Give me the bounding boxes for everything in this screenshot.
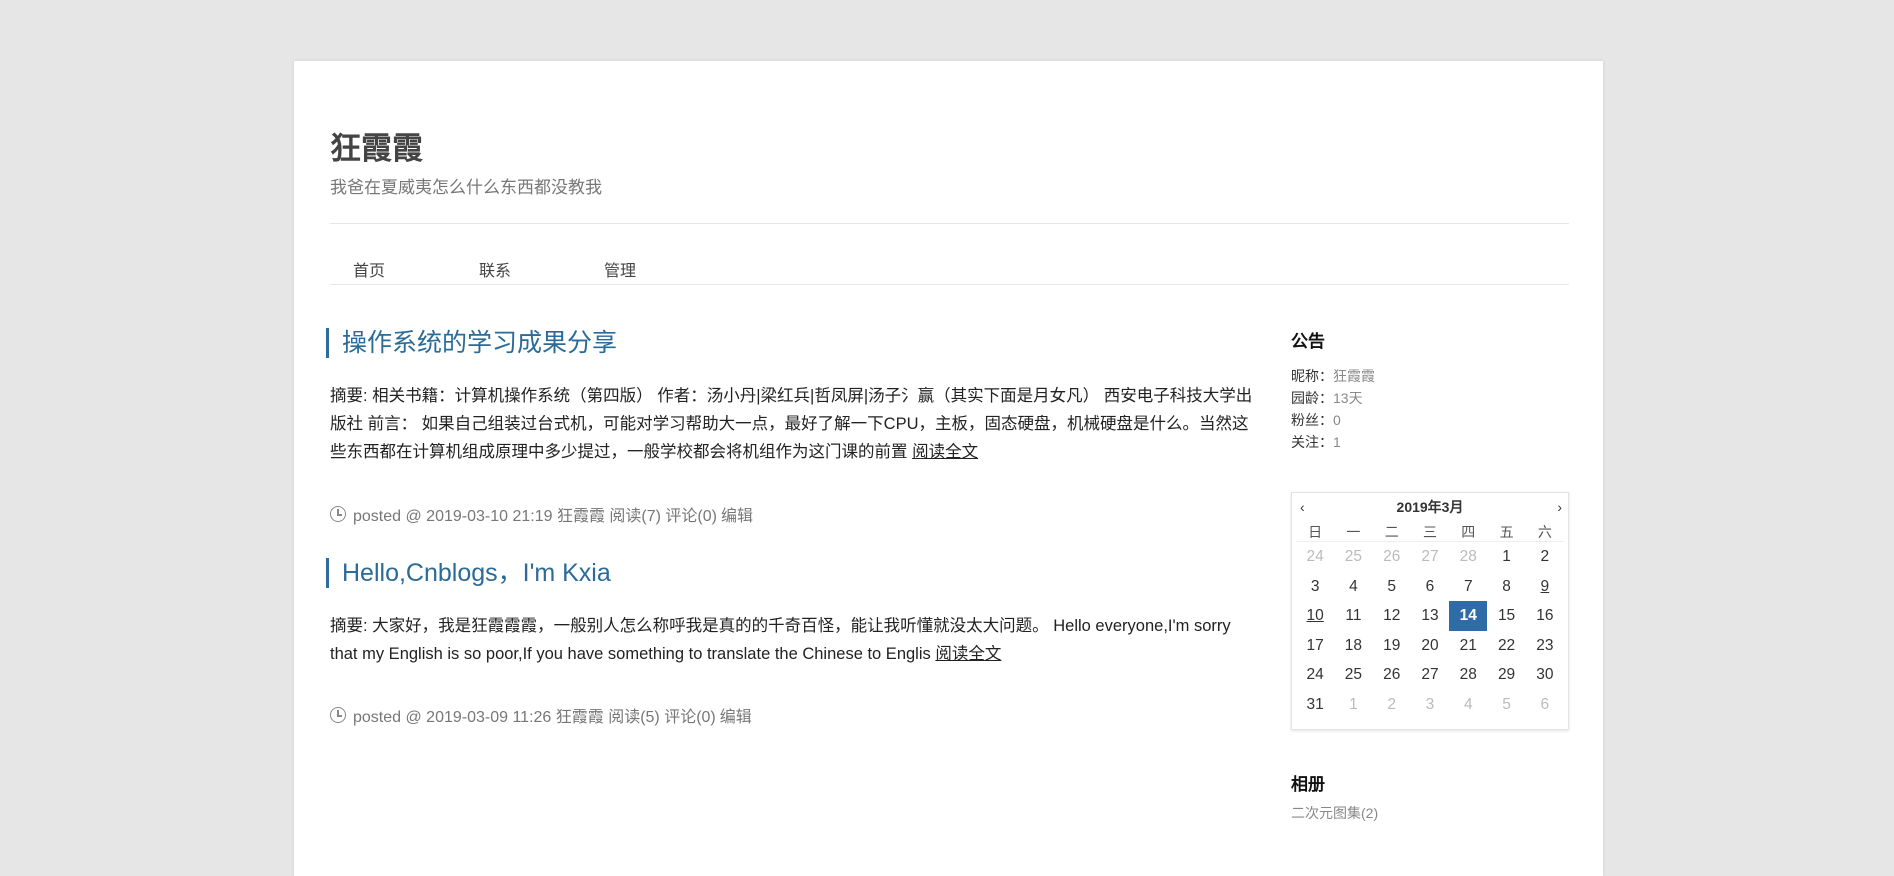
calendar-day: 2 [1540, 548, 1550, 565]
calendar-day: 11 [1345, 607, 1362, 624]
post-meta: posted @ 2019-03-10 21:19 狂霞霞 阅读(7) 评论(0… [330, 503, 753, 525]
calendar-day: 27 [1421, 666, 1439, 683]
post-summary: 摘要: 相关书籍：计算机操作系统（第四版） 作者：汤小丹|梁红兵|哲凤屏|汤子氵… [330, 382, 1255, 466]
calendar-day: 27 [1421, 548, 1439, 565]
calendar-day: 1 [1349, 695, 1358, 713]
main-nav: 首页 联系 管理 [330, 239, 636, 299]
profile-label: 粉丝： [1291, 412, 1333, 428]
blog-subtitle: 我爸在夏威夷怎么什么东西都没教我 [330, 178, 602, 197]
calendar-day: 25 [1344, 548, 1363, 565]
calendar-day: 6 [1425, 577, 1435, 595]
calendar-day: 30 [1536, 666, 1554, 683]
calendar-day-today: 14 [1449, 601, 1488, 631]
next-month-icon[interactable]: › [1557, 493, 1562, 521]
album-heading: 相册 [1291, 775, 1325, 794]
calendar-day: 21 [1459, 636, 1477, 654]
calendar-month: 2019年3月 [1396, 499, 1464, 515]
calendar-day: 29 [1497, 666, 1516, 683]
weekday-label: 二 [1372, 523, 1411, 542]
calendar-day: 13 [1421, 607, 1439, 624]
post-title[interactable]: Hello,Cnblogs，I'm Kxia [326, 558, 1242, 588]
nav-admin[interactable]: 管理 [604, 257, 636, 281]
prev-month-icon[interactable]: ‹ [1300, 493, 1305, 521]
age-link[interactable]: 13天 [1333, 390, 1363, 406]
nav-divider [330, 284, 1569, 285]
read-more-link[interactable]: 阅读全文 [912, 443, 978, 461]
edit-link[interactable]: 编辑 [720, 703, 752, 727]
calendar-day: 6 [1540, 695, 1550, 713]
post-title[interactable]: 操作系统的学习成果分享 [326, 328, 1242, 358]
calendar-day[interactable]: 9 [1526, 572, 1564, 602]
header-divider [330, 223, 1569, 224]
clock-icon [330, 506, 346, 522]
calendar-day: 1 [1502, 548, 1511, 565]
calendar-header: ‹ 2019年3月 › [1292, 493, 1568, 523]
weekday-label: 五 [1487, 523, 1526, 542]
calendar-day: 3 [1310, 577, 1320, 595]
page-container: 狂霞霞 我爸在夏威夷怎么什么东西都没教我 首页 联系 管理 操作系统的学习成果分… [294, 61, 1603, 876]
post-summary: 摘要: 大家好，我是狂霞霞霞，一般别人怎么称呼我是真的的千奇百怪，能让我听懂就没… [330, 612, 1255, 668]
calendar-day: 24 [1306, 666, 1324, 683]
profile-followers: 粉丝：0 [1291, 409, 1375, 431]
calendar-day: 31 [1306, 695, 1324, 713]
calendar-day: 22 [1497, 636, 1516, 654]
calendar-grid: 日一二三四五六 24 25 26 27 28 1 2 3 4 5 6 7 8 9 10 11 12 13 14 15 16… [1296, 523, 1564, 719]
calendar-day: 24 [1306, 548, 1324, 565]
calendar-day: 8 [1502, 577, 1511, 595]
edit-link[interactable]: 编辑 [721, 502, 753, 526]
nickname-link[interactable]: 狂霞霞 [1333, 368, 1375, 384]
profile-following: 关注：1 [1291, 431, 1375, 453]
calendar-day: 18 [1344, 636, 1363, 654]
album-link[interactable]: 二次元图集(2) [1291, 803, 1378, 823]
weekday-label: 三 [1410, 523, 1450, 542]
calendar-day: 7 [1463, 577, 1473, 595]
calendar-day: 17 [1306, 636, 1324, 654]
calendar-day: 16 [1536, 607, 1554, 624]
profile-nickname: 昵称：狂霞霞 [1291, 365, 1375, 387]
clock-icon [330, 707, 346, 723]
calendar-day: 12 [1383, 607, 1401, 624]
post-summary-text: 摘要: 大家好，我是狂霞霞霞，一般别人怎么称呼我是真的的千奇百怪，能让我听懂就没… [330, 617, 1231, 663]
post-meta: posted @ 2019-03-09 11:26 狂霞霞 阅读(5) 评论(0… [330, 704, 752, 726]
calendar-day: 26 [1383, 548, 1401, 565]
calendar-day: 19 [1383, 636, 1401, 654]
post-meta-text: posted @ 2019-03-09 11:26 狂霞霞 阅读(5) 评论(0… [353, 709, 716, 726]
read-more-link[interactable]: 阅读全文 [935, 645, 1001, 663]
calendar-day: 28 [1459, 548, 1477, 565]
calendar-day: 3 [1425, 695, 1435, 713]
profile-info: 昵称：狂霞霞 园龄：13天 粉丝：0 关注：1 [1291, 365, 1375, 453]
followers-link[interactable]: 0 [1333, 412, 1341, 428]
calendar-day: 5 [1502, 695, 1511, 713]
post-meta-text: posted @ 2019-03-10 21:19 狂霞霞 阅读(7) 评论(0… [353, 508, 717, 525]
calendar-day: 5 [1387, 577, 1397, 595]
calendar-day: 20 [1421, 636, 1439, 654]
weekday-label: 日 [1296, 523, 1335, 542]
nav-home[interactable]: 首页 [353, 257, 385, 281]
following-link[interactable]: 1 [1333, 434, 1341, 450]
post-summary-text: 摘要: 相关书籍：计算机操作系统（第四版） 作者：汤小丹|梁红兵|哲凤屏|汤子氵… [330, 387, 1253, 461]
calendar-day: 25 [1344, 666, 1363, 683]
calendar-day: 15 [1497, 607, 1516, 624]
calendar-day: 23 [1536, 636, 1554, 654]
nav-contact[interactable]: 联系 [479, 257, 511, 281]
profile-age: 园龄：13天 [1291, 387, 1375, 409]
blog-title[interactable]: 狂霞霞 [330, 123, 423, 168]
calendar-day: 4 [1349, 577, 1358, 595]
weekday-label: 六 [1525, 523, 1564, 542]
weekday-label: 四 [1449, 523, 1488, 542]
calendar-day[interactable]: 10 [1296, 601, 1334, 631]
profile-label: 园龄： [1291, 390, 1333, 406]
calendar-day: 28 [1459, 666, 1477, 683]
calendar: ‹ 2019年3月 › 日一二三四五六 24 25 26 27 28 1 2 3 4 5 6 7 8 9 10… [1291, 492, 1569, 730]
weekday-label: 一 [1334, 523, 1373, 542]
notice-heading: 公告 [1291, 332, 1325, 351]
profile-label: 关注： [1291, 434, 1333, 450]
calendar-day: 2 [1387, 695, 1397, 713]
calendar-day: 4 [1463, 695, 1473, 713]
calendar-day: 26 [1383, 666, 1401, 683]
profile-label: 昵称： [1291, 368, 1333, 384]
